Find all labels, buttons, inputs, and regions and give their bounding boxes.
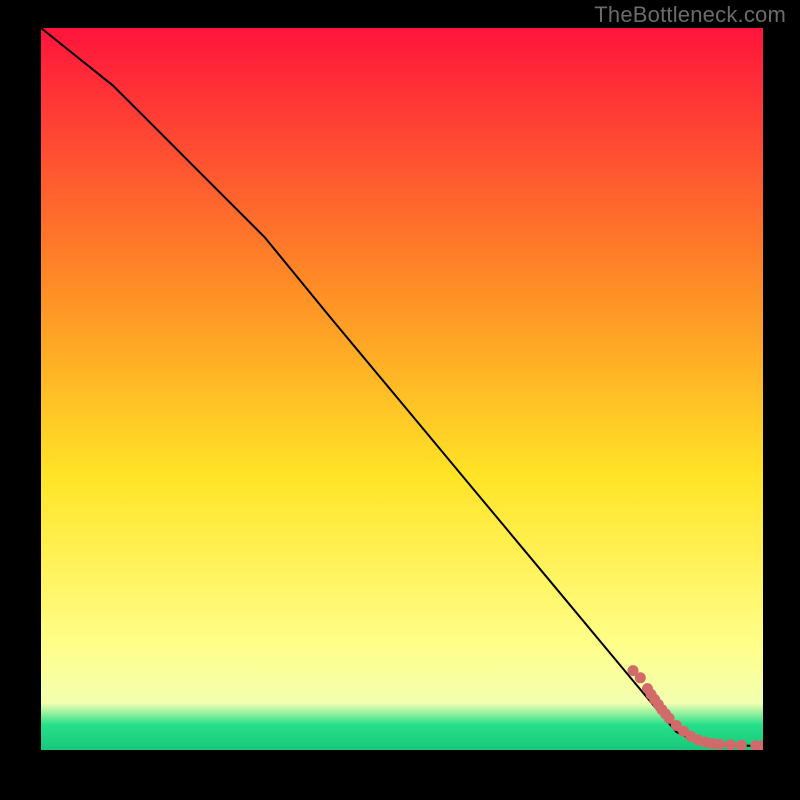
curve-line <box>41 28 763 746</box>
plot-foreground <box>41 28 763 750</box>
data-marker <box>725 739 736 750</box>
plot-frame <box>41 28 763 750</box>
plot-area <box>41 28 763 750</box>
watermark-text: TheBottleneck.com <box>594 2 786 28</box>
data-marker <box>714 739 725 750</box>
data-marker <box>635 672 646 683</box>
data-marker <box>736 740 747 750</box>
data-markers <box>628 665 764 750</box>
chart-container: TheBottleneck.com <box>0 0 800 800</box>
